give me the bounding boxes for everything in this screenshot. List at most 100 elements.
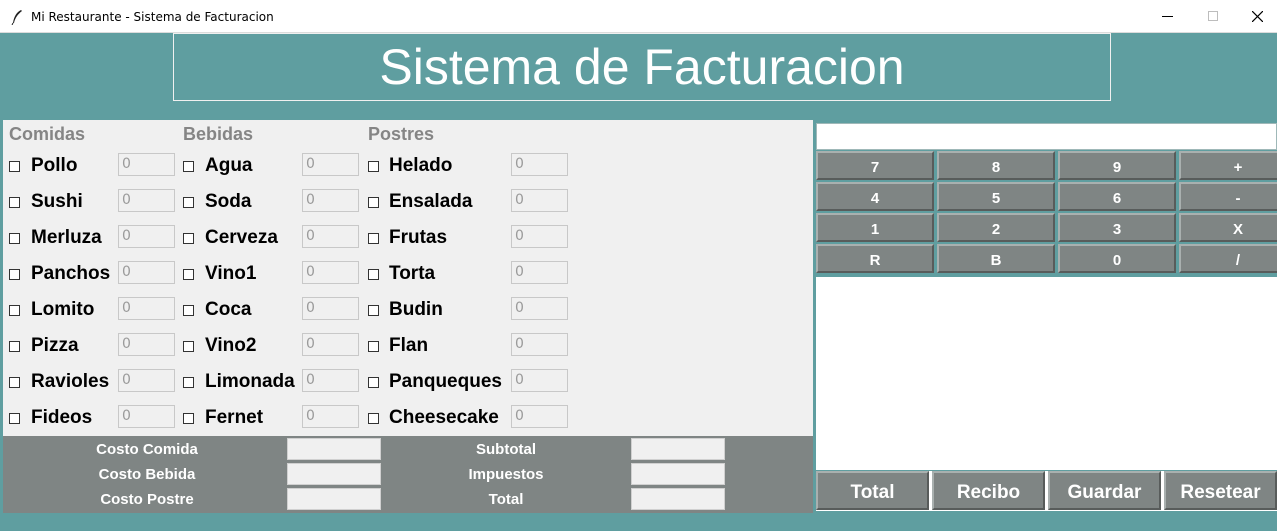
comidas-item-label[interactable]: Ravioles [31,371,109,393]
postres-item-checkbox[interactable] [368,269,379,280]
calc-key-button[interactable]: - [1179,182,1277,211]
calc-key-button[interactable]: + [1179,151,1277,180]
bebidas-item-quantity[interactable]: 0 [302,225,359,248]
comidas-item-quantity[interactable]: 0 [118,405,175,428]
bebidas-item-label[interactable]: Vino1 [205,263,256,285]
postres-item-label[interactable]: Helado [389,155,452,177]
receipt-area[interactable] [816,277,1277,470]
calc-key-button[interactable]: B [937,244,1055,273]
postres-item-label[interactable]: Torta [389,263,435,285]
comidas-item-quantity[interactable]: 0 [118,369,175,392]
postres-item-label[interactable]: Budin [389,299,443,321]
comidas-item-label[interactable]: Pizza [31,335,79,357]
calc-key-button[interactable]: R [816,244,934,273]
minimize-button[interactable] [1141,0,1187,33]
postres-item-checkbox[interactable] [368,377,379,388]
comidas-item-checkbox[interactable] [9,341,20,352]
bebidas-item-checkbox[interactable] [183,305,194,316]
bebidas-item-label[interactable]: Vino2 [205,335,256,357]
postres-item-quantity[interactable]: 0 [511,153,568,176]
comidas-item-checkbox[interactable] [9,413,20,424]
costo-bebida-field[interactable] [287,463,381,485]
comidas-item-quantity[interactable]: 0 [118,189,175,212]
comidas-item-quantity[interactable]: 0 [118,261,175,284]
calc-key-button[interactable]: 8 [937,151,1055,180]
bebidas-item-label[interactable]: Coca [205,299,251,321]
costo-comida-field[interactable] [287,438,381,460]
bebidas-item-checkbox[interactable] [183,197,194,208]
bebidas-item-quantity[interactable]: 0 [302,369,359,392]
calculator-display[interactable] [816,123,1277,150]
comidas-item-checkbox[interactable] [9,161,20,172]
postres-item-checkbox[interactable] [368,197,379,208]
comidas-item-checkbox[interactable] [9,233,20,244]
postres-item-checkbox[interactable] [368,233,379,244]
calc-key-button[interactable]: 3 [1058,213,1176,242]
postres-item-quantity[interactable]: 0 [511,225,568,248]
bebidas-item-quantity[interactable]: 0 [302,297,359,320]
calc-key-button[interactable]: 6 [1058,182,1176,211]
bebidas-item-checkbox[interactable] [183,233,194,244]
calc-key-button[interactable]: 5 [937,182,1055,211]
guardar-button[interactable]: Guardar [1048,471,1161,510]
calc-key-button[interactable]: 9 [1058,151,1176,180]
comidas-item-label[interactable]: Lomito [31,299,94,321]
bebidas-item-label[interactable]: Soda [205,191,251,213]
postres-item-quantity[interactable]: 0 [511,261,568,284]
calc-key-button[interactable]: / [1179,244,1277,273]
postres-item-label[interactable]: Cheesecake [389,407,499,429]
calc-key-button[interactable]: 4 [816,182,934,211]
postres-item-checkbox[interactable] [368,341,379,352]
costo-postre-field[interactable] [287,488,381,510]
comidas-item-label[interactable]: Sushi [31,191,83,213]
comidas-item-checkbox[interactable] [9,377,20,388]
bebidas-item-quantity[interactable]: 0 [302,153,359,176]
comidas-item-quantity[interactable]: 0 [118,153,175,176]
bebidas-item-label[interactable]: Limonada [205,371,295,393]
bebidas-item-checkbox[interactable] [183,269,194,280]
calc-key-button[interactable]: 7 [816,151,934,180]
postres-item-quantity[interactable]: 0 [511,333,568,356]
bebidas-item-label[interactable]: Fernet [205,407,263,429]
total-button[interactable]: Total [816,471,929,510]
comidas-item-checkbox[interactable] [9,305,20,316]
recibo-button[interactable]: Recibo [932,471,1045,510]
comidas-item-label[interactable]: Fideos [31,407,92,429]
bebidas-item-label[interactable]: Agua [205,155,253,177]
comidas-item-label[interactable]: Merluza [31,227,102,249]
postres-item-quantity[interactable]: 0 [511,189,568,212]
comidas-item-quantity[interactable]: 0 [118,225,175,248]
maximize-button[interactable] [1189,0,1235,33]
postres-item-checkbox[interactable] [368,161,379,172]
postres-item-label[interactable]: Flan [389,335,428,357]
postres-item-quantity[interactable]: 0 [511,297,568,320]
comidas-item-checkbox[interactable] [9,269,20,280]
bebidas-item-quantity[interactable]: 0 [302,261,359,284]
postres-item-checkbox[interactable] [368,305,379,316]
bebidas-item-checkbox[interactable] [183,161,194,172]
postres-item-quantity[interactable]: 0 [511,405,568,428]
bebidas-item-checkbox[interactable] [183,341,194,352]
calc-key-button[interactable]: 1 [816,213,934,242]
bebidas-item-quantity[interactable]: 0 [302,189,359,212]
bebidas-item-checkbox[interactable] [183,377,194,388]
bebidas-item-quantity[interactable]: 0 [302,405,359,428]
calc-key-button[interactable]: 0 [1058,244,1176,273]
bebidas-item-label[interactable]: Cerveza [205,227,278,249]
total-field[interactable] [631,488,725,510]
comidas-item-label[interactable]: Pollo [31,155,77,177]
impuestos-field[interactable] [631,463,725,485]
postres-item-quantity[interactable]: 0 [511,369,568,392]
postres-item-label[interactable]: Ensalada [389,191,472,213]
calc-key-button[interactable]: X [1179,213,1277,242]
subtotal-field[interactable] [631,438,725,460]
postres-item-label[interactable]: Frutas [389,227,447,249]
postres-item-checkbox[interactable] [368,413,379,424]
comidas-item-quantity[interactable]: 0 [118,333,175,356]
calc-key-button[interactable]: 2 [937,213,1055,242]
comidas-item-checkbox[interactable] [9,197,20,208]
bebidas-item-quantity[interactable]: 0 [302,333,359,356]
comidas-item-quantity[interactable]: 0 [118,297,175,320]
comidas-item-label[interactable]: Panchos [31,263,110,285]
close-button[interactable] [1235,0,1277,33]
